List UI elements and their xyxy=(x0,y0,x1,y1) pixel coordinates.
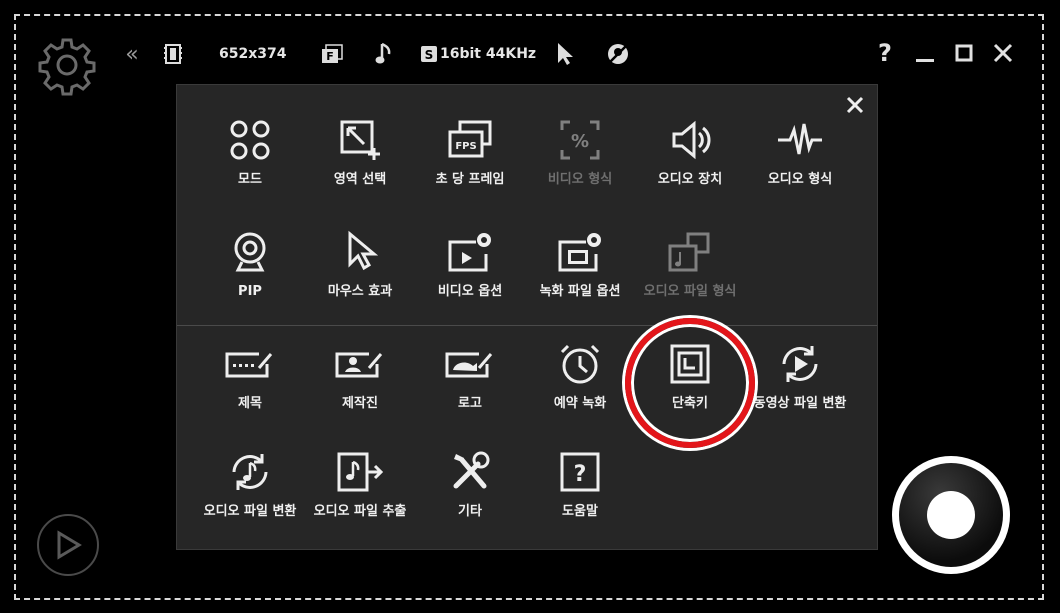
menu-item-label: 제작진 xyxy=(342,396,378,411)
menu-item-mouse-effect[interactable]: 마우스 효과 xyxy=(305,225,415,300)
hotkey-icon xyxy=(663,337,717,391)
webcam-off-icon[interactable] xyxy=(606,42,630,66)
webcam-icon xyxy=(223,225,277,279)
menu-item-video-options[interactable]: 비디오 옵션 xyxy=(415,225,525,300)
menu-item-label: 비디오 옵션 xyxy=(437,284,503,299)
audio-convert-icon xyxy=(223,445,277,499)
menu-item-label: 동영상 파일 변환 xyxy=(753,396,847,411)
clock-icon xyxy=(553,337,607,391)
resolution-text[interactable]: 652x374 xyxy=(219,46,286,62)
menu-item-audio-format[interactable]: 오디오 형식 xyxy=(745,113,855,188)
sound-icon[interactable]: S xyxy=(420,44,438,64)
settings-menu-panel: 모드 영역 선택 FPS 초 당 프레임 % 비디오 형식 오디오 장치 오디오… xyxy=(176,84,878,550)
menu-item-label: 모드 xyxy=(238,172,262,187)
svg-text:?: ? xyxy=(574,462,587,487)
menu-item-label: 초 당 프레임 xyxy=(435,172,505,187)
menu-item-audio-convert[interactable]: 오디오 파일 변환 xyxy=(195,445,305,520)
menu-item-scheduled-recording[interactable]: 예약 녹화 xyxy=(525,337,635,412)
record-button[interactable] xyxy=(892,456,1010,574)
menu-item-audio-extract[interactable]: 오디오 파일 추출 xyxy=(305,445,415,520)
menu-item-audio-device[interactable]: 오디오 장치 xyxy=(635,113,745,188)
minimize-button[interactable] xyxy=(912,40,938,66)
cursor-icon xyxy=(333,225,387,279)
video-format-icon: % xyxy=(553,113,607,167)
menu-item-credits[interactable]: 제작진 xyxy=(305,337,415,412)
help-icon: ? xyxy=(553,445,607,499)
menu-item-audio-file-format: 오디오 파일 형식 xyxy=(635,225,745,300)
mode-icon xyxy=(223,113,277,167)
audio-format-icon xyxy=(773,113,827,167)
collapse-icon[interactable]: « xyxy=(120,42,144,67)
fps-icon[interactable]: F xyxy=(321,44,343,64)
menu-item-label: 영역 선택 xyxy=(333,172,387,187)
audio-device-icon xyxy=(663,113,717,167)
menu-item-label: 오디오 파일 변환 xyxy=(203,504,297,519)
menu-item-label: 오디오 형식 xyxy=(767,172,833,187)
menu-item-pip[interactable]: PIP xyxy=(195,225,305,300)
menu-item-label: 마우스 효과 xyxy=(327,284,393,299)
record-button-inner xyxy=(899,463,1003,567)
menu-item-label: 녹화 파일 옵션 xyxy=(539,284,621,299)
menu-item-label: 제목 xyxy=(238,396,262,411)
area-select-icon xyxy=(333,113,387,167)
audio-extract-icon xyxy=(333,445,387,499)
menu-item-video-format: % 비디오 형식 xyxy=(525,113,635,188)
menu-item-video-convert[interactable]: 동영상 파일 변환 xyxy=(745,337,855,412)
menu-item-misc[interactable]: 기타 xyxy=(415,445,525,520)
video-options-icon xyxy=(443,225,497,279)
menu-item-label: 기타 xyxy=(458,504,482,519)
menu-item-mode[interactable]: 모드 xyxy=(195,113,305,188)
tools-icon xyxy=(443,445,497,499)
menu-item-logo[interactable]: 로고 xyxy=(415,337,525,412)
menu-item-area-select[interactable]: 영역 선택 xyxy=(305,113,415,188)
maximize-button[interactable] xyxy=(951,40,977,66)
menu-item-label: 단축키 xyxy=(672,396,708,411)
menu-item-label: 예약 녹화 xyxy=(553,396,607,411)
play-button[interactable] xyxy=(37,514,99,576)
menu-item-label: 오디오 장치 xyxy=(657,172,723,187)
video-convert-icon xyxy=(773,337,827,391)
title-icon xyxy=(223,337,277,391)
svg-text:FPS: FPS xyxy=(455,141,476,152)
menu-item-hotkeys[interactable]: 단축키 xyxy=(635,337,745,412)
menu-item-label: 도움말 xyxy=(562,504,598,519)
menu-item-fps[interactable]: FPS 초 당 프레임 xyxy=(415,113,525,188)
audio-note-icon[interactable] xyxy=(374,42,394,66)
fps-icon: FPS xyxy=(443,113,497,167)
settings-gear-icon[interactable] xyxy=(36,34,98,96)
logo-icon xyxy=(443,337,497,391)
audio-file-format-icon xyxy=(663,225,717,279)
svg-text:F: F xyxy=(326,50,334,63)
menu-item-label: 로고 xyxy=(458,396,482,411)
section-divider xyxy=(177,325,877,326)
svg-text:S: S xyxy=(425,48,434,62)
menu-item-label: 오디오 파일 형식 xyxy=(643,284,737,299)
help-button[interactable]: ? xyxy=(872,39,898,67)
menu-item-label: 비디오 형식 xyxy=(547,172,613,187)
cursor-icon[interactable] xyxy=(556,42,574,66)
menu-item-title[interactable]: 제목 xyxy=(195,337,305,412)
record-dot-icon xyxy=(927,491,975,539)
svg-text:%: % xyxy=(571,131,589,152)
close-button[interactable] xyxy=(990,40,1016,66)
menu-item-record-file-options[interactable]: 녹화 파일 옵션 xyxy=(525,225,635,300)
record-file-options-icon xyxy=(553,225,607,279)
menu-item-label: PIP xyxy=(238,284,262,299)
menu-item-label: 오디오 파일 추출 xyxy=(313,504,407,519)
menu-item-help[interactable]: ? 도움말 xyxy=(525,445,635,520)
video-icon[interactable] xyxy=(163,44,183,64)
credits-icon xyxy=(333,337,387,391)
audio-format-text[interactable]: 16bit 44KHz xyxy=(440,46,536,62)
